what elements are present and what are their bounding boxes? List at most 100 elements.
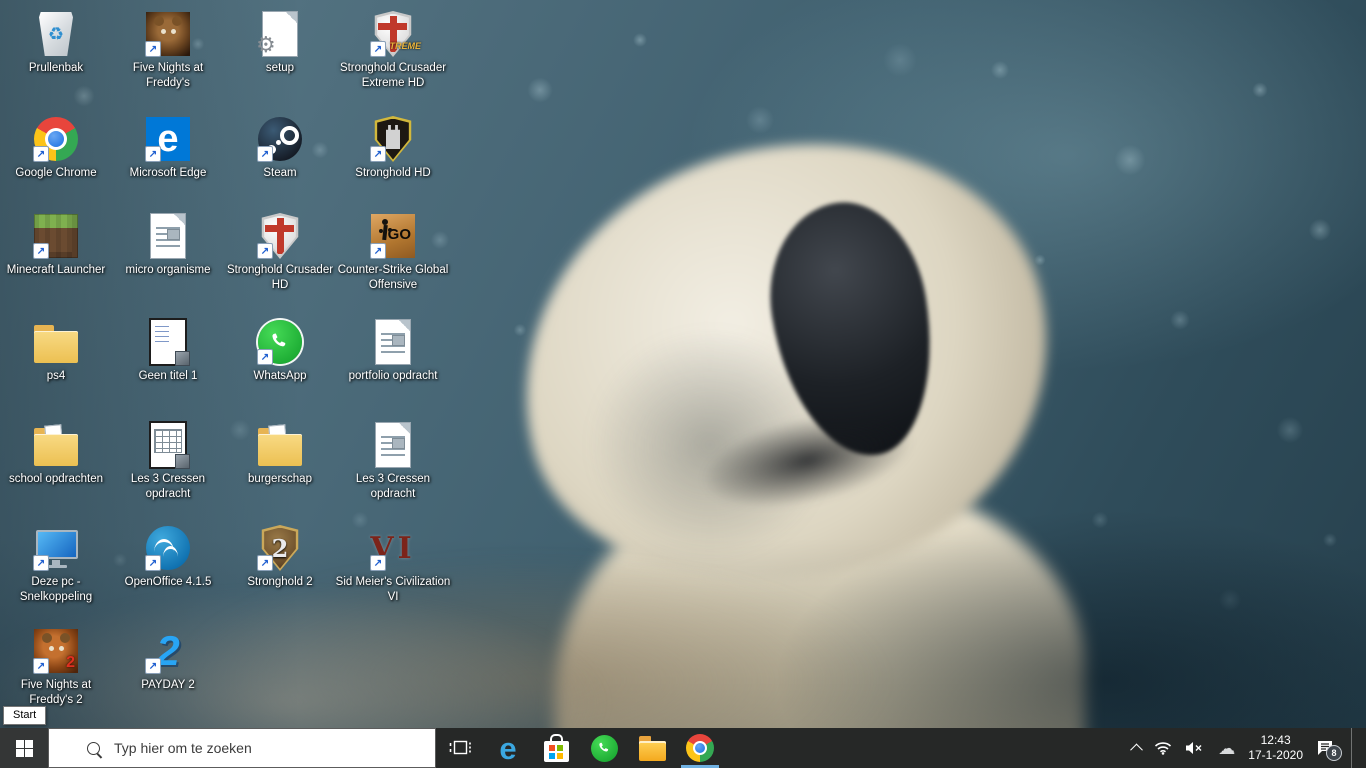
desktop-icon-label: Five Nights at Freddy's 2 (0, 678, 114, 707)
system-tray: ☁ 12:43 17-1-2020 8 (1132, 728, 1366, 768)
desktop-icon-stronghold-hd[interactable]: ↗ Stronghold HD (335, 115, 451, 181)
desktop-icon-microsoft-edge[interactable]: e ↗ Microsoft Edge (110, 115, 226, 181)
desktop-icon-label: Counter-Strike Global Offensive (335, 263, 451, 292)
desktop-icon-geen-titel-1[interactable]: Geen titel 1 (110, 318, 226, 384)
edge-icon: e (499, 733, 516, 764)
desktop-icon-label: Steam (222, 166, 338, 181)
shortcut-arrow-icon: ↗ (370, 243, 386, 259)
taskbar-whatsapp-button[interactable] (580, 728, 628, 768)
wifi-icon (1154, 741, 1172, 755)
show-desktop-button[interactable] (1351, 728, 1357, 768)
desktop-icon-label: school opdrachten (0, 472, 114, 487)
desktop-icon-label: OpenOffice 4.1.5 (110, 575, 226, 590)
desktop-icon-whatsapp[interactable]: ↗ WhatsApp (222, 318, 338, 384)
tray-show-hidden-icons-button[interactable] (1132, 744, 1141, 753)
shortcut-arrow-icon: ↗ (145, 146, 161, 162)
action-center-button[interactable]: 8 (1316, 740, 1334, 756)
desktop-icon-label: Stronghold HD (335, 166, 451, 181)
document-icon (375, 319, 411, 365)
task-view-button[interactable] (436, 728, 484, 768)
tray-time: 12:43 (1248, 733, 1303, 748)
tray-wifi-button[interactable] (1154, 741, 1172, 755)
taskbar-file-explorer-button[interactable] (628, 728, 676, 768)
taskbar-search-box[interactable]: Typ hier om te zoeken (48, 728, 436, 768)
desktop-icon-label: Stronghold 2 (222, 575, 338, 590)
desktop-icon-micro-organisme[interactable]: micro organisme (110, 212, 226, 278)
tray-onedrive-button[interactable]: ☁ (1218, 740, 1235, 757)
spreadsheet-icon (149, 421, 187, 469)
start-button[interactable] (0, 728, 48, 768)
desktop-icon-les-3-cressen-opdracht-document[interactable]: Les 3 Cressen opdracht (335, 421, 451, 501)
desktop-icon-label: ps4 (0, 369, 114, 384)
shortcut-arrow-icon: ↗ (33, 555, 49, 571)
desktop-icon-civilization-vi[interactable]: VI ↗ Sid Meier's Civilization VI (335, 524, 451, 604)
shortcut-arrow-icon: ↗ (145, 41, 161, 57)
desktop-icon-label: Les 3 Cressen opdracht (110, 472, 226, 501)
desktop-icon-les-3-cressen-opdracht-spreadsheet[interactable]: Les 3 Cressen opdracht (110, 421, 226, 501)
shortcut-arrow-icon: ↗ (145, 658, 161, 674)
desktop-icon-burgerschap[interactable]: burgerschap (222, 421, 338, 487)
chevron-up-icon (1130, 743, 1143, 756)
desktop-icon-portfolio-opdracht[interactable]: portfolio opdracht (335, 318, 451, 384)
desktop-icon-label: micro organisme (110, 263, 226, 278)
desktop-icon-stronghold-crusader-hd[interactable]: ↗ Stronghold Crusader HD (222, 212, 338, 292)
shortcut-arrow-icon: ↗ (257, 146, 273, 162)
start-tooltip: Start (3, 706, 46, 725)
shortcut-arrow-icon: ↗ (257, 555, 273, 571)
windows-logo-icon (16, 740, 33, 757)
desktop-icon-stronghold-crusader-extreme-hd[interactable]: TREME ↗ Stronghold Crusader Extreme HD (335, 10, 451, 90)
shortcut-arrow-icon: ↗ (33, 243, 49, 259)
tray-date: 17-1-2020 (1248, 748, 1303, 763)
desktop-icon-five-nights-at-freddys-2[interactable]: 2 ↗ Five Nights at Freddy's 2 (0, 627, 114, 707)
desktop-icon-steam[interactable]: ↗ Steam (222, 115, 338, 181)
cloud-icon: ☁ (1218, 740, 1235, 757)
desktop-icon-minecraft-launcher[interactable]: ↗ Minecraft Launcher (0, 212, 114, 278)
desktop-icon-label: Geen titel 1 (110, 369, 226, 384)
document-icon (150, 213, 186, 259)
notification-count-badge: 8 (1326, 745, 1342, 761)
shortcut-arrow-icon: ↗ (145, 555, 161, 571)
search-icon (87, 742, 100, 755)
gear-icon: ⚙ (256, 34, 276, 56)
desktop-icon-five-nights-at-freddys[interactable]: ↗ Five Nights at Freddy's (110, 10, 226, 90)
chrome-icon (686, 734, 714, 762)
desktop-icon-school-opdrachten[interactable]: school opdrachten (0, 421, 114, 487)
taskbar-chrome-button[interactable] (676, 728, 724, 768)
desktop-icon-label: PAYDAY 2 (110, 678, 226, 693)
desktop-icon-label: Les 3 Cressen opdracht (335, 472, 451, 501)
shortcut-arrow-icon: ↗ (370, 41, 386, 57)
folder-with-files-icon (258, 434, 302, 466)
desktop-icon-label: WhatsApp (222, 369, 338, 384)
desktop-icon-openoffice[interactable]: ↗ OpenOffice 4.1.5 (110, 524, 226, 590)
desktop-icon-label: burgerschap (222, 472, 338, 487)
desktop-icon-stronghold-2[interactable]: 2 ↗ Stronghold 2 (222, 524, 338, 590)
desktop-icon-prullenbak[interactable]: ♻ Prullenbak (0, 10, 114, 76)
text-document-icon (149, 318, 187, 366)
shortcut-arrow-icon: ↗ (33, 658, 49, 674)
tray-clock[interactable]: 12:43 17-1-2020 (1248, 733, 1303, 763)
desktop-icon-label: Deze pc - Snelkoppeling (0, 575, 114, 604)
recycle-bin-icon: ♻ (39, 12, 73, 56)
desktop-icon-google-chrome[interactable]: ↗ Google Chrome (0, 115, 114, 181)
desktop-icon-deze-pc[interactable]: ↗ Deze pc - Snelkoppeling (0, 524, 114, 604)
desktop-icon-label: Stronghold Crusader Extreme HD (335, 61, 451, 90)
desktop-icon-payday-2[interactable]: 2 ↗ PAYDAY 2 (110, 627, 226, 693)
shortcut-arrow-icon: ↗ (33, 146, 49, 162)
desktop-icon-csgo[interactable]: GO ↗ Counter-Strike Global Offensive (335, 212, 451, 292)
folder-with-files-icon (34, 434, 78, 466)
shortcut-arrow-icon: ↗ (257, 243, 273, 259)
desktop-icon-label: Minecraft Launcher (0, 263, 114, 278)
taskbar-store-button[interactable] (532, 728, 580, 768)
shortcut-arrow-icon: ↗ (370, 555, 386, 571)
desktop-icon-ps4-folder[interactable]: ps4 (0, 318, 114, 384)
taskbar-edge-button[interactable]: e (484, 728, 532, 768)
shortcut-arrow-icon: ↗ (257, 349, 273, 365)
desktop-icon-label: Prullenbak (0, 61, 114, 76)
speaker-muted-icon (1185, 741, 1205, 755)
tray-volume-muted-button[interactable] (1185, 741, 1205, 755)
desktop-icon-label: Google Chrome (0, 166, 114, 181)
file-explorer-icon (639, 741, 666, 761)
desktop-icon-setup[interactable]: ⚙ setup (222, 10, 338, 76)
folder-icon (34, 331, 78, 363)
document-icon (375, 422, 411, 468)
